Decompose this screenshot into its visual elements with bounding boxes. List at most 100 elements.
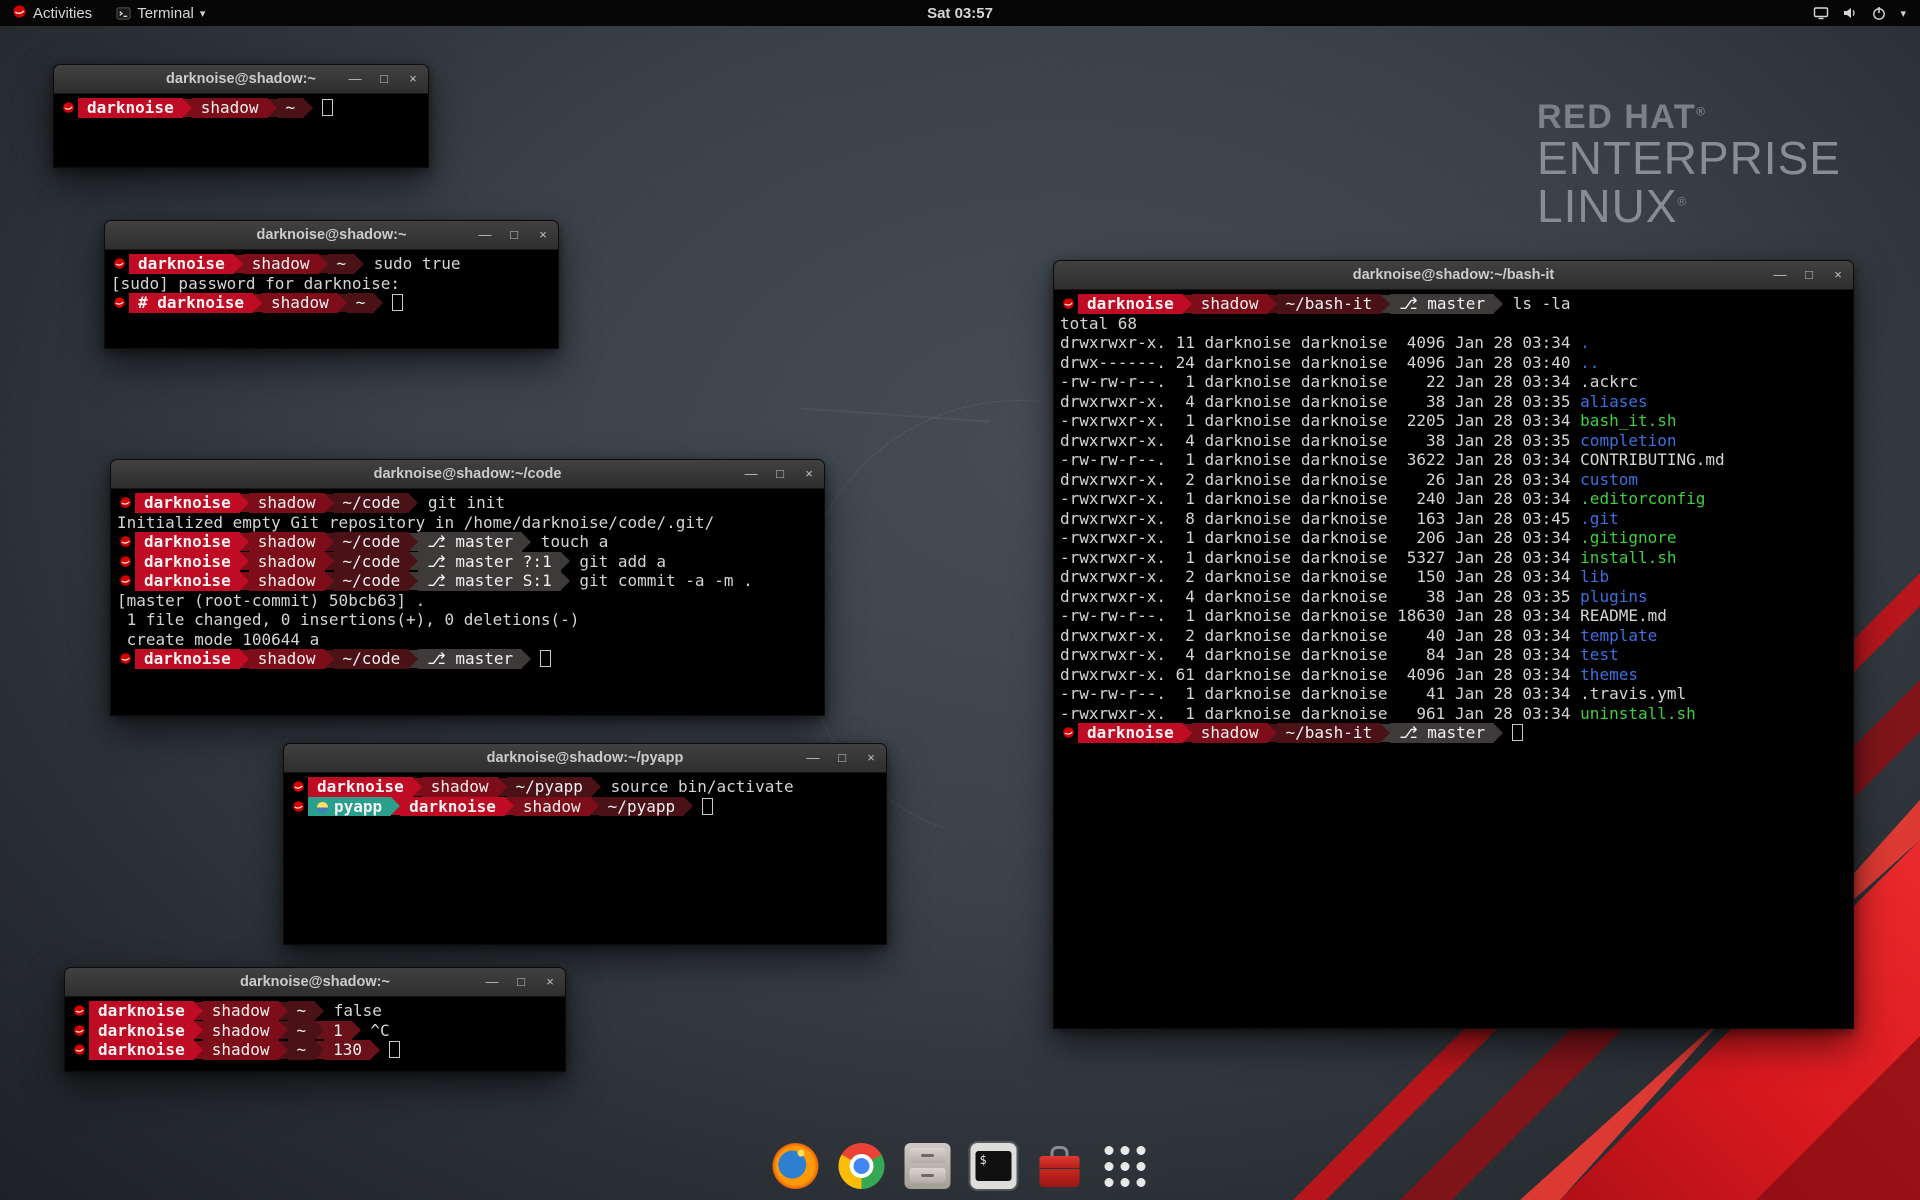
maximize-button[interactable]: □ xyxy=(1802,268,1816,282)
minimize-button[interactable]: — xyxy=(478,228,492,242)
powerline-separator xyxy=(561,572,570,590)
prompt-segment-user: darknoise xyxy=(135,649,240,669)
redhat-prompt-icon xyxy=(290,780,307,793)
powerline-separator xyxy=(325,494,334,512)
powerline-separator xyxy=(253,294,262,312)
prompt-segment-host: shadow xyxy=(249,493,325,513)
file-name: uninstall.sh xyxy=(1580,704,1696,723)
powerline-separator xyxy=(522,533,531,551)
prompt-segment-status: 130 xyxy=(324,1040,371,1060)
prompt-segment-path: ~ xyxy=(277,98,305,118)
terminal-text: drwxrwxr-x. 8 darknoise darknoise 163 Ja… xyxy=(1060,509,1580,528)
prompt-segment-path: ~/bash-it xyxy=(1277,294,1382,314)
maximize-button[interactable]: □ xyxy=(377,72,391,86)
powerline-separator xyxy=(498,778,507,796)
powerline-separator xyxy=(234,255,243,273)
maximize-button[interactable]: □ xyxy=(835,751,849,765)
prompt-segment-path: ~ xyxy=(288,1001,316,1021)
firefox-icon[interactable] xyxy=(773,1143,819,1189)
terminal-line: darknoiseshadow~1 ^C xyxy=(71,1021,559,1041)
prompt-segment-user: darknoise xyxy=(135,493,240,513)
powerline-separator xyxy=(409,552,418,570)
terminal-text: -rw-rw-r--. 1 darknoise darknoise 3622 J… xyxy=(1060,450,1725,469)
prompt-segment-path: ~/code xyxy=(334,649,410,669)
minimize-button[interactable]: — xyxy=(1773,268,1787,282)
terminal-body[interactable]: darknoiseshadow~ sudo true[sudo] passwor… xyxy=(105,250,558,348)
prompt-segment-git: ⎇ master S:1 xyxy=(418,571,560,591)
minimize-button[interactable]: — xyxy=(744,467,758,481)
powerline-separator xyxy=(325,552,334,570)
chevron-down-icon: ▾ xyxy=(200,7,206,20)
app-menu-terminal[interactable]: Terminal ▾ xyxy=(104,0,217,26)
maximize-button[interactable]: □ xyxy=(507,228,521,242)
window-titlebar[interactable]: darknoise@shadow:~ — □ × xyxy=(105,221,558,250)
rhel-brand: RED HAT® ENTERPRISE LINUX® xyxy=(1537,100,1841,231)
redhat-prompt-icon xyxy=(60,101,77,114)
terminal-line: -rw-rw-r--. 1 darknoise darknoise 3622 J… xyxy=(1060,450,1847,470)
terminal-line: create mode 100644 a xyxy=(117,630,818,650)
prompt-segment-path: ~ xyxy=(347,293,375,313)
close-button[interactable]: × xyxy=(802,467,816,481)
file-name: .. xyxy=(1580,353,1599,372)
terminal-app-icon[interactable]: $ xyxy=(971,1143,1017,1189)
minimize-button[interactable]: — xyxy=(348,72,362,86)
show-applications-icon[interactable] xyxy=(1103,1144,1148,1189)
terminal-body[interactable]: darknoiseshadow~/code git initInitialize… xyxy=(111,489,824,715)
power-icon xyxy=(1871,5,1887,21)
window-titlebar[interactable]: darknoise@shadow:~ — □ × xyxy=(65,968,565,997)
terminal-line: drwxrwxr-x. 4 darknoise darknoise 38 Jan… xyxy=(1060,431,1847,451)
maximize-button[interactable]: □ xyxy=(773,467,787,481)
chevron-down-icon: ▾ xyxy=(1900,7,1906,20)
chrome-icon[interactable] xyxy=(839,1143,885,1189)
window-titlebar[interactable]: darknoise@shadow:~/pyapp — □ × xyxy=(284,744,886,773)
system-status-area[interactable]: ▾ xyxy=(1805,0,1914,26)
activities-button[interactable]: Activities xyxy=(0,0,104,26)
redhat-prompt-icon xyxy=(71,1043,88,1056)
window-titlebar[interactable]: darknoise@shadow:~ — □ × xyxy=(54,65,428,94)
file-name: .editorconfig xyxy=(1580,489,1705,508)
terminal-body[interactable]: darknoiseshadow~/bash-it⎇ master ls -lat… xyxy=(1054,290,1853,1028)
terminal-body[interactable]: darknoiseshadow~/pyapp source bin/activa… xyxy=(284,773,886,944)
close-button[interactable]: × xyxy=(864,751,878,765)
terminal-line: darknoiseshadow~ xyxy=(60,98,422,118)
minimize-button[interactable]: — xyxy=(806,751,820,765)
file-name: bash_it.sh xyxy=(1580,411,1676,430)
powerline-separator xyxy=(413,778,422,796)
brand-red-hat: RED HAT® xyxy=(1537,100,1841,135)
powerline-separator xyxy=(240,552,249,570)
terminal-line: -rw-rw-r--. 1 darknoise darknoise 18630 … xyxy=(1060,606,1847,626)
clock[interactable]: Sat 03:57 xyxy=(927,5,993,22)
powerline-separator xyxy=(592,778,601,796)
terminal-cursor xyxy=(322,99,333,116)
close-button[interactable]: × xyxy=(543,975,557,989)
prompt-segment-host: shadow xyxy=(249,532,325,552)
files-icon[interactable] xyxy=(905,1143,951,1189)
maximize-button[interactable]: □ xyxy=(514,975,528,989)
redhat-prompt-icon xyxy=(1060,726,1077,739)
powerline-separator xyxy=(409,572,418,590)
terminal-line: -rw-rw-r--. 1 darknoise darknoise 22 Jan… xyxy=(1060,372,1847,392)
terminal-text: -rwxrwxr-x. 1 darknoise darknoise 2205 J… xyxy=(1060,411,1580,430)
powerline-separator xyxy=(352,1021,361,1039)
window-controls: — □ × xyxy=(744,460,816,488)
minimize-button[interactable]: — xyxy=(485,975,499,989)
terminal-text: drwxrwxr-x. 4 darknoise darknoise 84 Jan… xyxy=(1060,645,1580,664)
toolbox-icon[interactable] xyxy=(1037,1143,1083,1189)
terminal-screen-glyph: $ xyxy=(976,1151,1012,1181)
dock: $ xyxy=(763,1137,1158,1195)
terminal-text: drwxrwxr-x. 4 darknoise darknoise 38 Jan… xyxy=(1060,431,1580,450)
file-name: custom xyxy=(1580,470,1638,489)
redhat-prompt-icon xyxy=(111,257,128,270)
powerline-separator xyxy=(319,255,328,273)
close-button[interactable]: × xyxy=(536,228,550,242)
terminal-line: darknoiseshadow~/code⎇ master touch a xyxy=(117,532,818,552)
window-titlebar[interactable]: darknoise@shadow:~/code — □ × xyxy=(111,460,824,489)
close-button[interactable]: × xyxy=(1831,268,1845,282)
terminal-body[interactable]: darknoiseshadow~ xyxy=(54,94,428,167)
powerline-separator xyxy=(1183,724,1192,742)
window-title: darknoise@shadow:~/bash-it xyxy=(1054,261,1853,289)
close-button[interactable]: × xyxy=(406,72,420,86)
window-titlebar[interactable]: darknoise@shadow:~/bash-it — □ × xyxy=(1054,261,1853,290)
terminal-body[interactable]: darknoiseshadow~ falsedarknoiseshadow~1 … xyxy=(65,997,565,1071)
prompt-segment-path: ~/bash-it xyxy=(1277,723,1382,743)
